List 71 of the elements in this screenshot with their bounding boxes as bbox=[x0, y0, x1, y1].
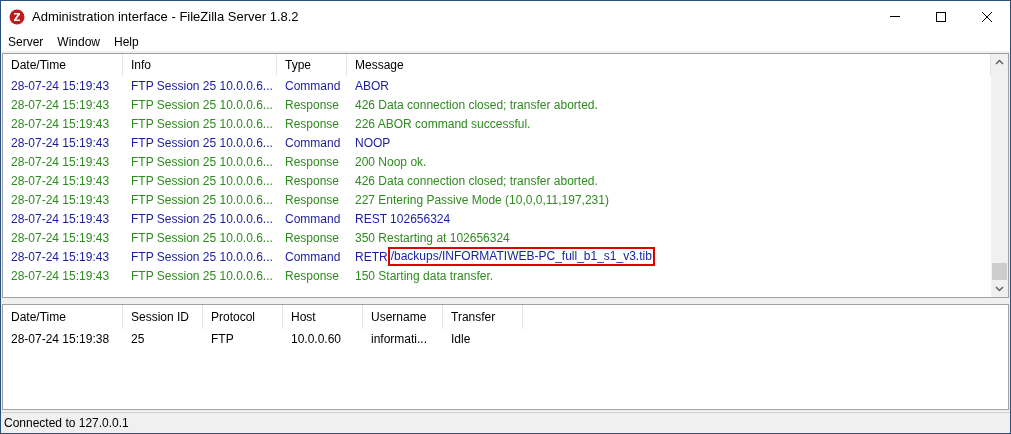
app-logo-icon bbox=[9, 8, 25, 25]
table-cell-text: FTP bbox=[210, 330, 235, 348]
table-cell-text: 28-07-24 15:19:38 bbox=[10, 330, 111, 348]
table-cell-text: 350 Restarting at 102656324 bbox=[355, 229, 510, 247]
scrollbar[interactable] bbox=[991, 54, 1008, 297]
table-cell-text: 28-07-24 15:19:43 bbox=[10, 267, 111, 285]
minimize-icon bbox=[890, 16, 900, 17]
table-cell-text: FTP Session 25 10.0.0.6... bbox=[130, 191, 274, 209]
window-title: Administration interface - FileZilla Server 1.8.2 bbox=[32, 7, 300, 26]
table-cell-text: 28-07-24 15:19:43 bbox=[10, 191, 111, 209]
table-cell-text: Response bbox=[284, 172, 341, 190]
table-cell-text: FTP Session 25 10.0.0.6... bbox=[130, 172, 274, 190]
table-cell-text: Response bbox=[284, 229, 341, 247]
column-header[interactable]: Session ID bbox=[123, 305, 203, 329]
table-cell-text: Idle bbox=[450, 330, 472, 348]
table-cell-text: 150 Starting data transfer. bbox=[355, 267, 494, 285]
table-cell-text: 10.0.0.60 bbox=[290, 330, 343, 348]
column-header[interactable]: Host bbox=[283, 305, 363, 329]
table-cell-text: 28-07-24 15:19:43 bbox=[10, 96, 111, 114]
table-cell-text: 25 bbox=[130, 330, 146, 348]
table-cell-text: 226 ABOR command successful. bbox=[355, 115, 531, 133]
highlighted-path: /backups/INFORMATIWEB-PC_full_b1_s1_v3.tib bbox=[387, 247, 655, 266]
scroll-thumb[interactable] bbox=[992, 263, 1007, 280]
table-cell-text: Response bbox=[284, 267, 341, 285]
table-cell-text: FTP Session 25 10.0.0.6... bbox=[130, 248, 274, 266]
table-cell-text: ABOR bbox=[355, 77, 389, 95]
column-header[interactable]: Transfer bbox=[443, 305, 523, 329]
table-cell-text: 28-07-24 15:19:43 bbox=[10, 153, 111, 171]
table-cell-text: 28-07-24 15:19:43 bbox=[10, 210, 111, 228]
table-cell-text: 426 Data connection closed; transfer aborted. bbox=[355, 172, 598, 190]
table-cell-text: FTP Session 25 10.0.0.6... bbox=[130, 153, 274, 171]
table-cell-text: 28-07-24 15:19:43 bbox=[10, 172, 111, 190]
table-cell-text: 28-07-24 15:19:43 bbox=[10, 77, 111, 95]
table-cell-text: FTP Session 25 10.0.0.6... bbox=[130, 134, 274, 152]
status-text: Connected to 127.0.0.1 bbox=[3, 415, 129, 432]
table-cell-text: FTP Session 25 10.0.0.6... bbox=[130, 267, 274, 285]
menu-item[interactable]: Window bbox=[50, 32, 108, 51]
table-cell-text: Response bbox=[284, 115, 341, 133]
table-cell-text: Response bbox=[284, 191, 341, 209]
maximize-icon bbox=[936, 11, 946, 22]
table-cell-text: FTP Session 25 10.0.0.6... bbox=[130, 229, 274, 247]
table-cell-text: Command bbox=[284, 77, 342, 95]
table-cell-text: 28-07-24 15:19:43 bbox=[10, 115, 111, 133]
table-cell-text: 28-07-24 15:19:43 bbox=[10, 248, 111, 266]
table-cell-text: Response bbox=[284, 96, 341, 114]
table-cell-text: 200 Noop ok. bbox=[355, 153, 427, 171]
table-cell-text: 28-07-24 15:19:43 bbox=[10, 229, 111, 247]
column-header[interactable]: Date/Time bbox=[3, 54, 123, 76]
table-cell-text: informati... bbox=[370, 330, 428, 348]
column-header[interactable]: Protocol bbox=[203, 305, 283, 329]
table-cell-text: Command bbox=[284, 134, 342, 152]
menu-item[interactable]: Help bbox=[107, 32, 146, 51]
column-header[interactable]: Username bbox=[363, 305, 443, 329]
table-cell-text: Response bbox=[284, 153, 341, 171]
table-cell-text: RETR bbox=[355, 248, 388, 266]
table-cell-text: 426 Data connection closed; transfer aborted. bbox=[355, 96, 598, 114]
table-cell-text: NOOP bbox=[355, 134, 391, 152]
close-icon bbox=[982, 11, 992, 22]
table-cell-text: 227 Entering Passive Mode (10,0,0,11,197,231) bbox=[355, 191, 609, 209]
table-cell-text: FTP Session 25 10.0.0.6... bbox=[130, 210, 274, 228]
column-header[interactable]: Date/Time bbox=[3, 305, 123, 329]
column-header[interactable]: Type bbox=[277, 54, 347, 76]
table-cell-text: FTP Session 25 10.0.0.6... bbox=[130, 115, 274, 133]
column-header[interactable]: Info bbox=[123, 54, 277, 76]
table-cell-text: 28-07-24 15:19:43 bbox=[10, 134, 111, 152]
table-cell-text: FTP Session 25 10.0.0.6... bbox=[130, 77, 274, 95]
menu-item[interactable]: Server bbox=[1, 32, 51, 51]
table-cell-text: Command bbox=[284, 248, 342, 266]
table-cell-text: REST 102656324 bbox=[355, 210, 451, 228]
table-cell-text: FTP Session 25 10.0.0.6... bbox=[130, 96, 274, 114]
table-cell-text: Command bbox=[284, 210, 342, 228]
